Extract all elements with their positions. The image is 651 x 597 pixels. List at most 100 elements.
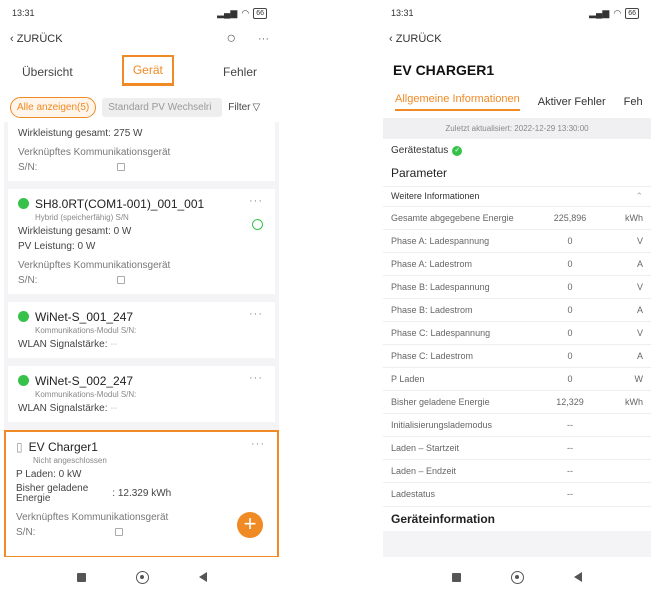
show-all-chip[interactable]: Alle anzeigen(5) <box>10 96 97 118</box>
tab-errors[interactable]: Fehler <box>223 65 257 79</box>
active-power: Wirkleistung gesamt: 0 W <box>18 226 132 237</box>
table-row: Laden – Endzeit -- <box>383 459 651 483</box>
table-row: Phase C: Ladespannung 0 V <box>383 321 651 345</box>
device-card-hybrid[interactable]: SH8.0RT(COM1-001)_001_001 Hybrid (speich… <box>8 189 275 294</box>
recents-icon[interactable] <box>452 572 461 582</box>
more-options-icon[interactable]: ··· <box>249 372 263 384</box>
device-title: SH8.0RT(COM1-001)_001_001 <box>35 197 205 211</box>
home-icon[interactable] <box>511 570 524 584</box>
linked-device-label: Verknüpftes Kommunikationsgerät <box>18 147 171 158</box>
table-row: Initialisierungslademodus -- <box>383 413 651 437</box>
back-nav-icon[interactable] <box>198 572 207 582</box>
linked-device-label: Verknüpftes Kommunikationsgerät <box>18 260 171 271</box>
back-label: ZURÜCK <box>16 33 63 45</box>
copy-icon[interactable] <box>117 163 126 171</box>
param-value: 12,329 <box>535 390 605 414</box>
tab-general-info[interactable]: Allgemeine Informationen <box>395 93 520 111</box>
tab-active-errors[interactable]: Aktiver Fehler <box>538 96 606 108</box>
param-value: 0 <box>535 252 605 276</box>
device-subtitle: Kommunikations-Modul S/N: <box>35 390 137 399</box>
tab-device[interactable]: Gerät <box>121 54 174 86</box>
device-card-winet-2[interactable]: WiNet-S_002_247 Kommunikations-Modul S/N… <box>8 366 275 422</box>
serial-number: S/N: <box>16 527 267 538</box>
param-name: Phase A: Ladespannung <box>383 229 535 253</box>
param-name: Phase B: Ladestrom <box>383 298 535 322</box>
param-name: Laden – Endzeit <box>383 459 535 483</box>
timer-icon <box>252 219 263 230</box>
signal-icon: ▂▄▆ <box>589 7 610 18</box>
param-value: 0 <box>535 298 605 322</box>
filter-row: Alle anzeigen(5) Standard PV Wechselri F… <box>4 92 279 122</box>
param-value: 225,896 <box>535 206 605 230</box>
tab-errors[interactable]: Feh <box>624 96 643 108</box>
chevron-up-icon: ⌃ <box>635 191 643 201</box>
online-status-icon <box>18 311 29 322</box>
android-nav-bar <box>4 557 279 597</box>
device-card-winet-1[interactable]: WiNet-S_001_247 Kommunikations-Modul S/N… <box>8 302 275 358</box>
param-name: Phase C: Ladespannung <box>383 321 535 345</box>
wifi-icon: ◠ <box>241 7 250 18</box>
filter-button[interactable]: Filter ▽ <box>228 102 260 113</box>
more-options-icon[interactable]: ··· <box>249 195 263 207</box>
param-unit <box>605 436 651 460</box>
table-row: P Laden 0 W <box>383 367 651 391</box>
param-unit: kWh <box>605 206 651 230</box>
add-button[interactable]: + <box>237 512 263 538</box>
param-value: 0 <box>535 229 605 253</box>
device-subtitle: Kommunikations-Modul S/N: <box>35 326 137 335</box>
top-bar: ‹ ZURÜCK <box>383 26 651 52</box>
table-row: Phase A: Ladestrom 0 A <box>383 252 651 276</box>
table-row: Gesamte abgegebene Energie 225,896 kWh <box>383 206 651 230</box>
param-unit: V <box>605 321 651 345</box>
device-subtitle: Nicht angeschlossen <box>33 456 107 465</box>
filter-label: Filter <box>228 101 251 113</box>
more-info-header[interactable]: Weitere Informationen ⌃ <box>383 186 651 206</box>
serial-number: S/N: <box>18 162 265 173</box>
more-options-icon[interactable]: ··· <box>251 438 265 450</box>
device-card-inverter-partial[interactable]: Wirkleistung gesamt: 275 W Verknüpftes K… <box>8 122 275 181</box>
back-button[interactable]: ‹ ZURÜCK <box>10 33 63 45</box>
table-row: Phase C: Ladestrom 0 A <box>383 344 651 368</box>
param-unit <box>605 413 651 437</box>
status-bar: 13:31 ▂▄▆ ◠ 66 <box>4 0 279 26</box>
table-row: Phase B: Ladespannung 0 V <box>383 275 651 299</box>
device-subtitle: Hybrid (speicherfähig) S/N <box>35 213 129 222</box>
serial-number: S/N: <box>18 275 265 286</box>
check-icon: ✓ <box>452 145 463 156</box>
back-nav-icon[interactable] <box>574 572 582 582</box>
param-value: -- <box>535 482 605 506</box>
back-button[interactable]: ‹ ZURÜCK <box>389 33 442 45</box>
left-phone-screen: 13:31 ▂▄▆ ◠ 66 ‹ ZURÜCK ○ ··· Übersicht Ger… <box>4 0 279 597</box>
filter-icon: ▽ <box>252 101 261 113</box>
more-icon[interactable]: ··· <box>258 33 269 45</box>
param-unit: kWh <box>605 390 651 414</box>
table-row: Laden – Startzeit -- <box>383 436 651 460</box>
recents-icon[interactable] <box>76 572 86 582</box>
home-icon[interactable] <box>135 570 149 584</box>
more-info-label: Weitere Informationen <box>391 191 480 201</box>
battery-icon: 66 <box>253 7 267 19</box>
right-phone-screen: 13:31 ▂▄▆ ◠ 66 ‹ ZURÜCK EV CHARGER1 Allgem… <box>383 0 651 597</box>
param-value: -- <box>535 413 605 437</box>
param-name: Phase B: Ladespannung <box>383 275 535 299</box>
device-card-ev-charger[interactable]: ▯ EV Charger1 Nicht angeschlossen P Laden… <box>4 430 279 558</box>
status-time: 13:31 <box>12 8 35 18</box>
search-icon[interactable]: ○ <box>226 30 236 48</box>
wifi-icon: ◠ <box>613 7 622 18</box>
param-value: 0 <box>535 321 605 345</box>
status-bar: 13:31 ▂▄▆ ◠ 66 <box>383 0 651 26</box>
copy-icon[interactable] <box>115 528 124 536</box>
signal-icon: ▂▄▆ <box>217 7 238 18</box>
param-unit <box>605 459 651 483</box>
param-unit: A <box>605 344 651 368</box>
param-unit: W <box>605 367 651 391</box>
more-options-icon[interactable]: ··· <box>249 308 263 320</box>
param-unit: A <box>605 252 651 276</box>
charged-energy-value: : 12.329 kWh <box>112 488 172 499</box>
device-status: Gerätestatus ✓ <box>383 139 651 162</box>
param-unit: V <box>605 275 651 299</box>
copy-icon[interactable] <box>117 276 126 284</box>
tab-overview[interactable]: Übersicht <box>22 65 73 79</box>
android-nav-bar <box>383 557 651 597</box>
device-type-chip[interactable]: Standard PV Wechselri <box>102 97 223 117</box>
